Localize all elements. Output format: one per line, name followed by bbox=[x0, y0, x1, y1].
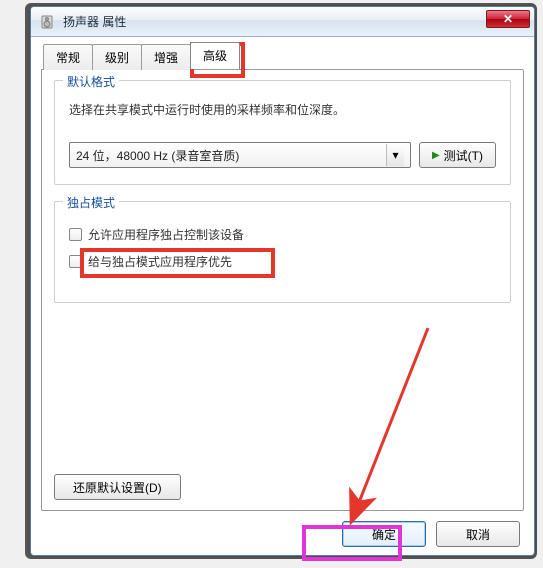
tabpage-advanced: 默认格式 选择在共享模式中运行时使用的采样频率和位深度。 24 位，48000 … bbox=[41, 69, 524, 511]
cancel-button[interactable]: 取消 bbox=[436, 521, 520, 547]
tab-label: 常规 bbox=[56, 51, 80, 65]
checkbox-icon bbox=[69, 255, 82, 268]
tab-enhance[interactable]: 增强 bbox=[141, 44, 191, 70]
group-title: 独占模式 bbox=[63, 194, 119, 211]
tab-label: 增强 bbox=[154, 51, 178, 65]
ok-button-label: 确定 bbox=[372, 526, 396, 543]
group-title: 默认格式 bbox=[63, 73, 119, 90]
group-exclusive-mode: 独占模式 允许应用程序独占控制该设备 给与独占模式应用程序优先 bbox=[54, 201, 511, 303]
restore-defaults-button[interactable]: 还原默认设置(D) bbox=[54, 474, 181, 500]
format-description: 选择在共享模式中运行时使用的采样频率和位深度。 bbox=[69, 101, 496, 118]
play-icon: ▶ bbox=[432, 150, 440, 161]
close-icon: ✕ bbox=[503, 12, 513, 26]
test-button[interactable]: ▶ 测试(T) bbox=[419, 142, 496, 168]
checkbox-label: 允许应用程序独占控制该设备 bbox=[88, 226, 244, 243]
checkbox-icon bbox=[69, 228, 82, 241]
close-button[interactable]: ✕ bbox=[486, 10, 530, 28]
tab-label: 级别 bbox=[105, 51, 129, 65]
restore-button-label: 还原默认设置(D) bbox=[73, 479, 162, 496]
checkbox-label: 给与独占模式应用程序优先 bbox=[88, 253, 232, 270]
format-row: 24 位，48000 Hz (录音室音质) ▾ ▶ 测试(T) bbox=[69, 142, 496, 168]
dialog-window: 扬声器 属性 ✕ 常规 级别 增强 高级 默认格式 选择在共享模式中运行时使用的… bbox=[30, 6, 535, 556]
speaker-icon bbox=[41, 14, 57, 30]
cancel-button-label: 取消 bbox=[466, 526, 490, 543]
checkbox-exclusive-priority[interactable]: 给与独占模式应用程序优先 bbox=[69, 253, 496, 270]
ok-button[interactable]: 确定 bbox=[342, 521, 426, 547]
tab-levels[interactable]: 级别 bbox=[92, 44, 142, 70]
titlebar: 扬声器 属性 ✕ bbox=[31, 7, 534, 37]
tab-general[interactable]: 常规 bbox=[43, 44, 93, 70]
tab-advanced[interactable]: 高级 bbox=[190, 42, 240, 69]
group-default-format: 默认格式 选择在共享模式中运行时使用的采样频率和位深度。 24 位，48000 … bbox=[54, 80, 511, 185]
dialog-footer: 确定 取消 bbox=[41, 511, 524, 547]
test-button-label: 测试(T) bbox=[444, 147, 483, 164]
format-select-value: 24 位，48000 Hz (录音室音质) bbox=[76, 147, 386, 164]
restore-row: 还原默认设置(D) bbox=[54, 466, 511, 500]
client-area: 常规 级别 增强 高级 默认格式 选择在共享模式中运行时使用的采样频率和位深度。… bbox=[31, 37, 534, 555]
chevron-down-icon: ▾ bbox=[386, 144, 404, 166]
window-title: 扬声器 属性 bbox=[63, 13, 126, 30]
tabstrip: 常规 级别 增强 高级 bbox=[41, 43, 524, 69]
format-select[interactable]: 24 位，48000 Hz (录音室音质) ▾ bbox=[69, 142, 411, 168]
spacer bbox=[54, 319, 511, 466]
checkbox-allow-exclusive[interactable]: 允许应用程序独占控制该设备 bbox=[69, 226, 496, 243]
tab-label: 高级 bbox=[203, 49, 227, 63]
